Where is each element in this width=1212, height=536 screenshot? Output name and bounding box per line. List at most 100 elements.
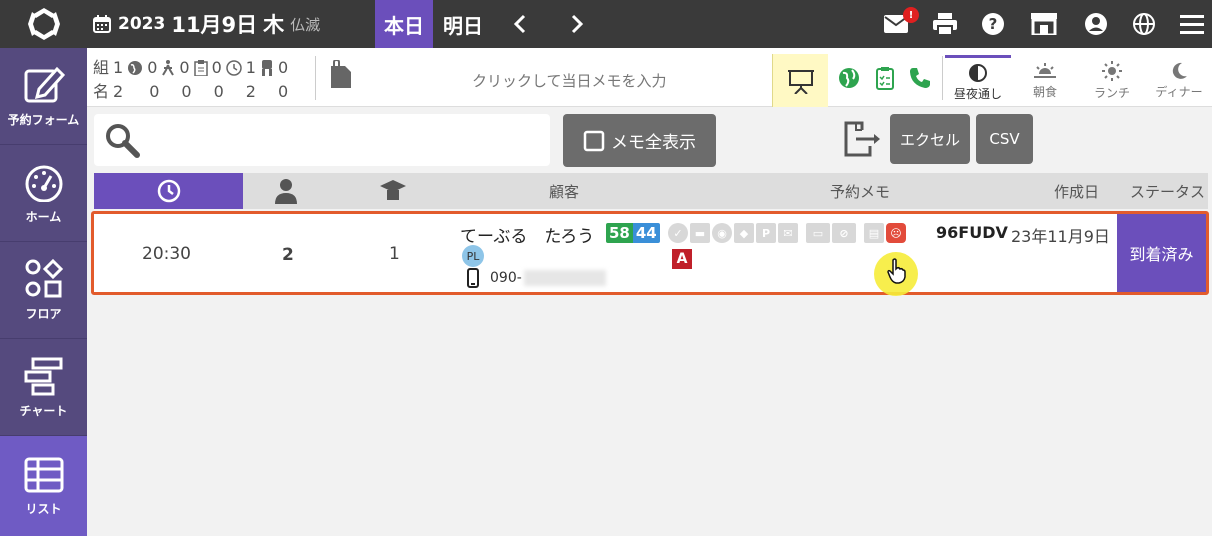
meal-lunch-tab[interactable]: ランチ: [1079, 55, 1145, 107]
task-clipboard-icon[interactable]: [873, 66, 897, 90]
rank-badge-green: 58: [606, 223, 633, 243]
top-bar: 2023 11月9日 木 仏滅 本日 明日 ! ?: [0, 0, 1212, 48]
search-box[interactable]: [94, 114, 550, 166]
half-moon-icon: [969, 63, 987, 82]
tab-today[interactable]: 本日: [375, 0, 433, 48]
card-icon: ▬: [690, 223, 710, 243]
meal-label: ディナー: [1155, 85, 1203, 99]
meal-dinner-tab[interactable]: ディナー: [1146, 55, 1212, 107]
meal-breakfast-tab[interactable]: 朝食: [1012, 55, 1078, 107]
customer-tag-badge: PL: [462, 245, 484, 267]
chart-icon: [24, 357, 62, 395]
sidebar-item-floor[interactable]: フロア: [0, 242, 87, 339]
sidebar-item-label: チャート: [19, 403, 68, 418]
web-icon: ◉: [712, 223, 732, 243]
sort-by-people-header[interactable]: [274, 173, 298, 209]
app-logo-icon[interactable]: [0, 0, 87, 48]
sun-icon: [1102, 61, 1122, 81]
show-all-memo-label: メモ全表示: [611, 133, 696, 153]
smoking-icon: ▭: [806, 223, 830, 243]
memo-paper-icon[interactable]: [329, 59, 359, 94]
groups-label: 組: [93, 58, 110, 77]
pointer-hand-icon: [887, 258, 906, 284]
groups-total: 1: [113, 58, 124, 77]
people-clipboard: 0: [213, 82, 224, 101]
search-icon: [106, 124, 140, 158]
customer-rank-badges: 58 44: [606, 223, 660, 243]
sidebar-item-chart[interactable]: チャート: [0, 339, 87, 436]
clock-icon: [226, 60, 242, 76]
customer-column-header[interactable]: 顧客: [549, 173, 579, 209]
account-icon[interactable]: [1083, 11, 1109, 37]
sidebar-item-home[interactable]: ホーム: [0, 145, 87, 242]
status-column-header[interactable]: ステータス: [1130, 173, 1205, 209]
calendar-icon: [93, 15, 111, 33]
mobile-phone-icon: [467, 268, 479, 288]
meal-label: 朝食: [1032, 85, 1057, 99]
gauge-icon: [25, 165, 62, 202]
pet-icon: ◆: [734, 223, 754, 243]
edit-icon: [24, 66, 65, 102]
groups-walk-in: 0: [179, 58, 190, 77]
groups-clipboard: 0: [211, 58, 222, 77]
date-weekday: 木: [263, 13, 285, 37]
sort-by-time-header[interactable]: [94, 173, 243, 209]
date-rokuyo: 仏滅: [290, 15, 321, 34]
list-icon: [24, 457, 63, 492]
date-display[interactable]: 2023 11月9日 木 仏滅: [92, 0, 320, 48]
reservation-time: 20:30: [142, 244, 191, 264]
show-all-memo-button[interactable]: メモ全表示: [563, 114, 716, 167]
table-seat-icon: [380, 180, 406, 200]
sidebar-item-list[interactable]: リスト: [0, 436, 87, 536]
clipboard-icon: [193, 60, 208, 76]
language-globe-icon[interactable]: [1131, 11, 1157, 37]
daily-memo-input[interactable]: クリックして当日メモを入力: [472, 70, 667, 91]
web-booking-globe-icon[interactable]: [837, 66, 861, 90]
angry-face-icon[interactable]: ☹: [886, 223, 906, 243]
groups-web: 0: [147, 58, 158, 77]
table-row[interactable]: 20:30 2 1 てーぶる たろう 58 44 PL 090- ✓ ▬ ◉ ◆…: [91, 211, 1209, 296]
sunrise-icon: [1034, 63, 1056, 78]
tab-tomorrow[interactable]: 明日: [433, 0, 493, 48]
reservation-groups: 1: [389, 244, 400, 264]
csv-export-button[interactable]: CSV: [976, 114, 1033, 164]
customer-name[interactable]: てーぶる たろう: [460, 222, 594, 247]
presentation-board-button[interactable]: [772, 54, 828, 107]
groups-waiting: 1: [245, 58, 256, 77]
divider: [315, 56, 316, 100]
status-button[interactable]: 到着済み: [1117, 214, 1206, 292]
groups-count-row: 組1 0 0 0 1 0: [93, 56, 288, 80]
no-smoking-icon: ⊘: [832, 223, 856, 243]
presentation-icon: [787, 69, 814, 94]
next-day-chevron-right-icon[interactable]: [565, 12, 589, 36]
meal-all-day-tab[interactable]: 昼夜通し: [945, 55, 1011, 107]
store-icon[interactable]: [1031, 11, 1057, 37]
check-icon: ✓: [668, 223, 688, 243]
sort-by-table-header[interactable]: [380, 173, 406, 209]
table-header: 顧客 予約メモ 作成日 ステータス: [94, 173, 1208, 209]
export-icon: [842, 120, 886, 162]
sidebar-item-reservation-form[interactable]: 予約フォーム: [0, 48, 87, 145]
phone-icon[interactable]: [908, 66, 932, 90]
created-column-header[interactable]: 作成日: [1054, 173, 1099, 209]
rank-badge-blue: 44: [632, 223, 660, 243]
memo-column-header[interactable]: 予約メモ: [830, 173, 890, 209]
floor-shapes-icon: [25, 258, 63, 297]
groups-seated: 0: [277, 58, 289, 77]
prev-day-chevron-left-icon[interactable]: [508, 12, 532, 36]
reservation-created-date: 23年11月9日: [1011, 227, 1110, 246]
sidebar-item-label: 予約フォーム: [7, 112, 80, 127]
excel-export-button[interactable]: エクセル: [890, 114, 970, 164]
menu-hamburger-icon[interactable]: [1179, 11, 1205, 37]
sidebar-item-label: ホーム: [25, 209, 62, 224]
svg-text:?: ?: [989, 15, 998, 33]
print-icon[interactable]: [932, 11, 958, 37]
memo-feature-icons: ✓ ▬ ◉ ◆ P ✉ ▭ ⊘ ▤ ☹: [668, 223, 906, 243]
meal-label: 昼夜通し: [953, 86, 1002, 101]
people-count-row: 名 2 0 0 0 2 0: [93, 80, 288, 104]
count-summary: 組1 0 0 0 1 0 名 2 0 0 0 2 0: [93, 56, 288, 104]
help-icon[interactable]: ?: [980, 11, 1006, 37]
sidebar-item-label: リスト: [25, 501, 62, 516]
allergy-badge: A: [672, 249, 692, 269]
